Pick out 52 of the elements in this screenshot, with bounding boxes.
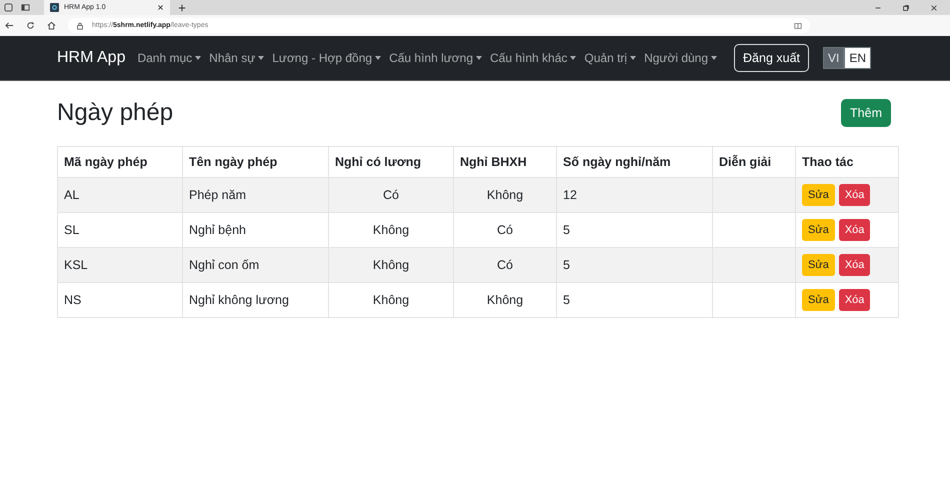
nav-menu[interactable]: Cấu hình lương xyxy=(389,51,482,65)
language-button[interactable]: VI xyxy=(823,47,844,69)
table-cell: Có xyxy=(454,248,556,282)
edit-button[interactable]: Sửa xyxy=(802,289,835,311)
restore-icon[interactable] xyxy=(902,4,910,12)
edit-button[interactable]: Sửa xyxy=(802,219,835,241)
language-button[interactable]: EN xyxy=(844,47,872,69)
back-icon[interactable] xyxy=(5,21,14,30)
table-cell: Không xyxy=(328,248,454,282)
home-icon[interactable] xyxy=(47,21,56,30)
delete-button[interactable]: Xóa xyxy=(838,219,870,241)
table-cell: AL xyxy=(58,178,182,212)
nav-menu[interactable]: Người dùng xyxy=(644,51,718,65)
nav-menu[interactable]: Lương - Hợp đồng xyxy=(272,51,382,65)
app-brand[interactable]: HRM App xyxy=(57,49,126,67)
column-header: Nghỉ có lương xyxy=(328,146,454,178)
table-cell: Không xyxy=(454,178,556,212)
table-cell: 12 xyxy=(556,178,712,212)
close-icon[interactable] xyxy=(157,4,164,11)
lock-icon xyxy=(76,22,84,30)
table-cell: Nghỉ không lương xyxy=(182,282,328,318)
refresh-icon[interactable] xyxy=(26,21,35,30)
table-cell: 5 xyxy=(556,282,712,318)
edit-button[interactable]: Sửa xyxy=(802,184,835,206)
table-cell: NS xyxy=(58,282,182,318)
logout-button[interactable]: Đăng xuất xyxy=(734,44,810,72)
delete-button[interactable]: Xóa xyxy=(838,184,870,206)
page-title: Ngày phép xyxy=(57,99,174,127)
favicon-icon xyxy=(50,3,59,12)
table-cell: Phép năm xyxy=(182,178,328,212)
delete-button[interactable]: Xóa xyxy=(838,289,870,311)
add-button[interactable]: Thêm xyxy=(841,99,891,127)
column-header: Mã ngày phép xyxy=(58,146,182,178)
table-cell: 5 xyxy=(556,248,712,282)
column-header: Tên ngày phép xyxy=(182,146,328,178)
reader-view-icon[interactable] xyxy=(794,22,802,30)
nav-menu[interactable]: Danh mục xyxy=(137,51,202,65)
delete-button[interactable]: Xóa xyxy=(838,254,870,276)
edit-button[interactable]: Sửa xyxy=(802,254,835,276)
new-tab-icon[interactable] xyxy=(178,4,186,12)
column-header: Số ngày nghỉ/năm xyxy=(556,146,712,178)
table-cell: KSL xyxy=(58,248,182,282)
nav-menu[interactable]: Quản trị xyxy=(584,51,636,65)
table-cell: Không xyxy=(328,282,454,318)
workspaces-icon[interactable] xyxy=(4,3,13,12)
nav-menu[interactable]: Nhân sự xyxy=(209,51,264,65)
tab-actions-icon[interactable] xyxy=(21,3,30,12)
table-cell: Có xyxy=(328,178,454,212)
nav-menu[interactable]: Cấu hình khác xyxy=(490,51,576,65)
table-cell: Không xyxy=(454,282,556,318)
close-icon[interactable] xyxy=(930,4,938,12)
table-cell: Nghỉ con ốm xyxy=(182,248,328,282)
